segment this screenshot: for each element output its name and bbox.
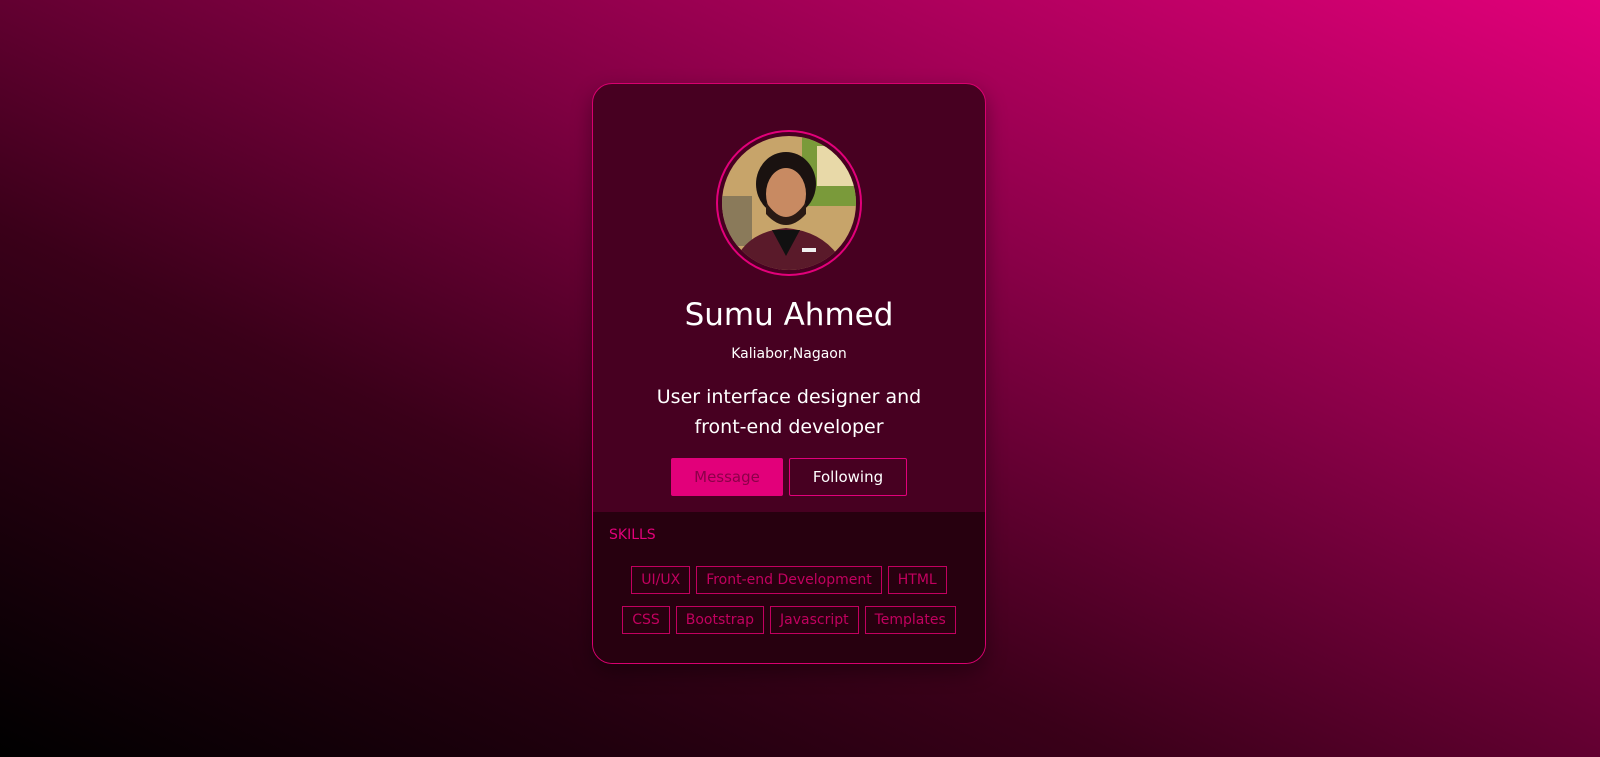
profile-location: Kaliabor,Nagaon (731, 346, 847, 362)
skills-title: SKILLS (609, 527, 656, 543)
profile-header: Sumu Ahmed Kaliabor,Nagaon User interfac… (593, 84, 985, 512)
skills-section: SKILLS UI/UX Front-end Development HTML … (593, 512, 985, 663)
profile-bio: User interface designer and front-end de… (656, 386, 922, 438)
message-button[interactable]: Message (671, 458, 783, 496)
skill-tag: Templates (864, 606, 956, 634)
skills-tags: UI/UX Front-end Development HTML CSS Boo… (611, 566, 967, 634)
profile-card: Sumu Ahmed Kaliabor,Nagaon User interfac… (592, 83, 986, 664)
skill-tag: Front-end Development (696, 566, 882, 594)
skill-tag: HTML (887, 566, 947, 594)
profile-photo-icon (722, 136, 856, 270)
skill-tag: Javascript (770, 606, 859, 634)
avatar (722, 136, 856, 270)
avatar-ring (716, 130, 862, 276)
profile-actions: Message Following (593, 458, 985, 496)
skill-tag: UI/UX (631, 566, 691, 594)
skill-tag: Bootstrap (675, 606, 764, 634)
profile-name: Sumu Ahmed (684, 297, 894, 333)
following-button[interactable]: Following (789, 458, 907, 496)
skill-tag: CSS (622, 606, 670, 634)
